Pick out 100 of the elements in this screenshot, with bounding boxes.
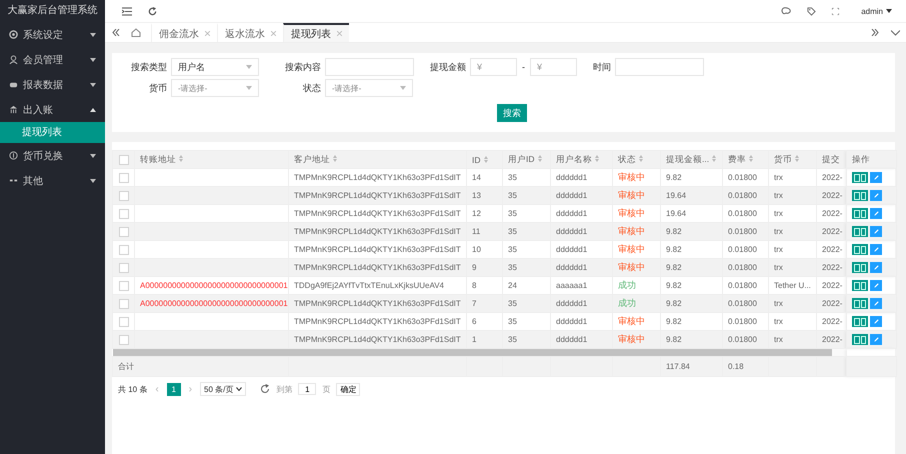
id-cell: 13: [466, 186, 502, 204]
currency-select[interactable]: -请选择-: [171, 79, 259, 97]
currency-cell: trx: [768, 330, 816, 348]
sidebar-item[interactable]: 其他: [0, 168, 105, 193]
sort-icon[interactable]: [179, 154, 183, 162]
edit-button[interactable]: [870, 172, 882, 183]
column-header[interactable]: 转账地址: [134, 150, 288, 168]
sidebar-item[interactable]: 会员管理: [0, 47, 105, 72]
edit-button[interactable]: [870, 208, 882, 219]
user-menu[interactable]: admin: [861, 6, 892, 16]
submitted-cell: 2022-: [816, 258, 846, 276]
review-button[interactable]: [852, 262, 868, 273]
refresh-icon[interactable]: [260, 384, 270, 394]
caret-icon: [90, 108, 96, 112]
edit-button[interactable]: [870, 190, 882, 201]
review-button[interactable]: [852, 226, 868, 237]
review-button[interactable]: [852, 298, 868, 309]
column-header[interactable]: 操作: [846, 150, 896, 168]
chevron-down-icon[interactable]: [891, 30, 900, 36]
close-icon[interactable]: [205, 31, 210, 36]
review-button[interactable]: [852, 244, 868, 255]
row-checkbox[interactable]: [118, 244, 128, 254]
edit-button[interactable]: [870, 316, 882, 327]
status-select[interactable]: -请选择-: [325, 79, 413, 97]
home-icon[interactable]: [131, 28, 141, 37]
sort-icon[interactable]: [484, 156, 488, 162]
sort-icon[interactable]: [712, 154, 716, 162]
horizontal-scrollbar[interactable]: [112, 349, 846, 356]
min-amount-field[interactable]: ¥: [470, 58, 517, 76]
page-button[interactable]: 1: [166, 382, 181, 396]
row-checkbox[interactable]: [118, 208, 128, 218]
sidebar-item[interactable]: 报表数据: [0, 72, 105, 97]
row-checkbox[interactable]: [118, 226, 128, 236]
sort-icon[interactable]: [333, 154, 337, 162]
caret-icon: [90, 32, 96, 36]
column-header[interactable]: 用户ID: [502, 150, 550, 168]
column-header[interactable]: 用户名称: [550, 150, 612, 168]
column-header[interactable]: 提交: [816, 150, 846, 168]
sort-icon[interactable]: [795, 154, 799, 162]
page-size-select[interactable]: 50 条/页: [200, 382, 246, 396]
total-amount: 117.84: [660, 356, 722, 376]
review-button[interactable]: [852, 280, 868, 291]
edit-button[interactable]: [870, 280, 882, 291]
row-checkbox[interactable]: [118, 316, 128, 326]
edit-button[interactable]: [870, 298, 882, 309]
row-checkbox[interactable]: [118, 280, 128, 290]
column-header[interactable]: 状态: [612, 150, 660, 168]
select-all-checkbox[interactable]: [118, 154, 128, 165]
total-count: 共 10 条: [118, 384, 148, 394]
search-type-select[interactable]: 用户名: [171, 58, 259, 76]
caret-icon: [90, 178, 96, 182]
review-button[interactable]: [852, 316, 868, 327]
tab[interactable]: 提现列表: [283, 23, 349, 42]
row-checkbox[interactable]: [118, 262, 128, 272]
time-field[interactable]: [615, 58, 704, 76]
column-header[interactable]: 客户地址: [288, 150, 466, 168]
sidebar-item[interactable]: 货币兑换: [0, 143, 105, 168]
close-icon[interactable]: [337, 31, 342, 36]
sidebar-subitem[interactable]: 提现列表: [0, 122, 105, 143]
search-content-field[interactable]: [325, 58, 414, 76]
scroll-left-icon[interactable]: [112, 29, 120, 36]
edit-button[interactable]: [870, 226, 882, 237]
tag-icon[interactable]: [807, 6, 816, 16]
sort-icon[interactable]: [538, 154, 542, 162]
row-checkbox[interactable]: [118, 334, 128, 344]
confirm-button[interactable]: 确定: [336, 382, 360, 396]
column-header[interactable]: ID: [466, 150, 502, 168]
column-header[interactable]: 货币: [768, 150, 816, 168]
close-icon[interactable]: [271, 31, 276, 36]
row-checkbox[interactable]: [118, 172, 128, 182]
currency-cell: trx: [768, 258, 816, 276]
currency-cell: trx: [768, 222, 816, 240]
edit-button[interactable]: [870, 244, 882, 255]
search-button[interactable]: 搜索: [497, 104, 527, 122]
review-button[interactable]: [852, 208, 868, 219]
max-amount-field[interactable]: ¥: [530, 58, 577, 76]
scroll-right-icon[interactable]: [871, 29, 879, 36]
column-header[interactable]: 提现金额...: [660, 150, 722, 168]
page-number-field[interactable]: 1: [298, 383, 316, 395]
edit-button[interactable]: [870, 262, 882, 273]
submitted-cell: 2022-: [816, 294, 846, 312]
total-label: 合计: [118, 362, 134, 371]
customer-address-cell: TMPMnK9RCPL1d4dQKTY1Kh63o3PFd1SdIT: [288, 222, 466, 240]
row-checkbox[interactable]: [118, 190, 128, 200]
column-header[interactable]: 费率: [722, 150, 768, 168]
menu-icon[interactable]: [122, 6, 132, 16]
sidebar-item[interactable]: 系统设定: [0, 22, 105, 47]
row-checkbox[interactable]: [118, 298, 128, 308]
review-button[interactable]: [852, 172, 868, 183]
pencil-icon: [874, 319, 879, 324]
fullscreen-icon[interactable]: [832, 8, 840, 14]
pencil-icon: [874, 229, 879, 234]
sort-icon[interactable]: [639, 154, 643, 162]
review-button[interactable]: [852, 334, 868, 345]
sidebar-item[interactable]: 出入账: [0, 97, 105, 122]
sort-icon[interactable]: [749, 154, 753, 162]
edit-button[interactable]: [870, 334, 882, 345]
sort-icon[interactable]: [595, 154, 599, 162]
review-button[interactable]: [852, 190, 868, 201]
refresh-icon[interactable]: [148, 6, 157, 16]
